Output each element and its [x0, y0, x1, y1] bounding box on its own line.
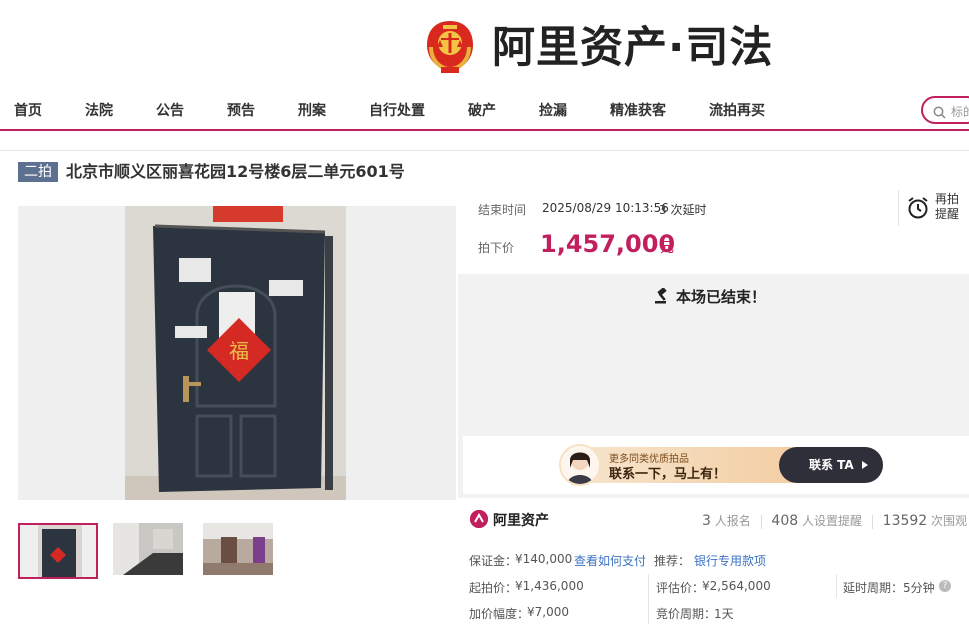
auction-status-panel: 本场已结束！ 更多同类优质拍品 联系一下，马上有！ 联系 TA [458, 274, 969, 498]
delay-period-value: 5分钟 [903, 581, 935, 595]
gavel-icon [654, 287, 670, 308]
increment-label: 加价幅度： [469, 607, 530, 621]
nav-item-bankruptcy[interactable]: 破产 [468, 100, 496, 120]
view-label: 次围观 [931, 514, 968, 528]
contact-agent-banner[interactable]: 更多同类优质拍品 联系一下，马上有！ 联系 TA [559, 444, 883, 486]
view-count: 13592 [882, 513, 928, 529]
auction-details: 阿里资产 3 人报名 408 人设置提醒 13592 次围观 保证金： ¥140… [458, 500, 969, 644]
nav-item-precise-leads[interactable]: 精准获客 [610, 100, 666, 120]
contact-banner-area: 更多同类优质拍品 联系一下，马上有！ 联系 TA [463, 436, 969, 494]
site-header: 阿里资产·司法 [0, 0, 969, 88]
auction-ended-status: 本场已结束！ [654, 286, 766, 308]
bank-payment-link[interactable]: 银行专用款项 [694, 552, 766, 569]
nav-item-bargain[interactable]: 捡漏 [539, 100, 567, 120]
main-photo[interactable]: 福 [18, 206, 456, 500]
org-name[interactable]: 阿里资产 [493, 510, 549, 530]
play-arrow-icon [861, 461, 868, 469]
auction-stats: 3 人报名 408 人设置提醒 13592 次围观 [702, 512, 967, 529]
search-placeholder: 标的 [951, 105, 969, 119]
nav-item-home[interactable]: 首页 [14, 100, 42, 120]
stats-separator [871, 514, 873, 529]
svg-text:福: 福 [229, 339, 249, 363]
nav-item-courts[interactable]: 法院 [85, 100, 113, 120]
column-divider [836, 574, 837, 598]
ali-asset-logo-icon [470, 510, 488, 528]
alarm-clock-icon [907, 196, 929, 224]
nav-item-self-disposal[interactable]: 自行处置 [369, 100, 425, 120]
auction-ended-text: 本场已结束！ [676, 288, 767, 306]
price-label: 拍下价 [478, 241, 515, 255]
signup-count: 3 [702, 513, 711, 529]
end-time-value: 2025/08/29 10:13:56 [542, 201, 669, 215]
increment-value: ¥7,000 [527, 605, 569, 619]
door-photo-image: 福 [125, 206, 346, 500]
search-icon [933, 104, 946, 123]
re-auction-reminder-label: 再拍提醒 [935, 192, 960, 221]
stats-separator [760, 514, 762, 529]
thumbnail-hallway[interactable] [203, 523, 283, 579]
signup-label: 人报名 [714, 514, 751, 528]
nav-item-notices[interactable]: 公告 [156, 100, 184, 120]
nav-item-failed-resale[interactable]: 流拍再买 [709, 100, 765, 120]
lot-title: 北京市顺义区丽喜花园12号楼6层二单元601号 [66, 162, 405, 181]
court-emblem-icon [423, 17, 477, 77]
start-price-value: ¥1,436,000 [515, 579, 584, 593]
contact-agent-button[interactable]: 联系 TA [779, 447, 883, 483]
how-to-pay-link[interactable]: 查看如何支付 [574, 552, 646, 569]
start-price-label: 起拍价： [469, 581, 518, 595]
deposit-label: 保证金： [469, 554, 518, 568]
nav-item-criminal[interactable]: 刑案 [298, 100, 326, 120]
contact-agent-button-label: 联系 TA [809, 458, 854, 472]
nav-item-preview[interactable]: 预告 [227, 100, 255, 120]
help-question-icon[interactable]: ? [939, 580, 951, 592]
thumbnail-stairwell[interactable] [113, 523, 193, 579]
final-price: 1,457,000 [540, 230, 676, 258]
bid-period-label: 竞价周期： [656, 607, 717, 621]
agent-avatar [559, 444, 601, 486]
round-badge: 二拍 [18, 162, 58, 182]
auction-summary: 结束时间 2025/08/29 10:13:56 3 次延时 拍下价 1,457… [458, 190, 969, 274]
banner-big-text: 联系一下，马上有！ [609, 467, 727, 482]
end-time-label: 结束时间 [478, 203, 527, 217]
eval-price-label: 评估价： [656, 581, 705, 595]
recommend-label: 推荐： [654, 554, 691, 568]
column-divider [648, 574, 649, 624]
search-input[interactable]: 标的 [921, 96, 969, 124]
section-divider [0, 150, 969, 151]
delay-period-label: 延时周期： [843, 581, 904, 595]
main-nav: 首页 法院 公告 预告 刑案 自行处置 破产 捡漏 精准获客 流拍再买 标的 [0, 88, 969, 131]
eval-price-value: ¥2,564,000 [702, 579, 771, 593]
re-auction-reminder-button[interactable]: 再拍提醒 [898, 190, 969, 226]
bid-period-value: 1天 [714, 607, 734, 621]
reminder-label: 人设置提醒 [801, 514, 862, 528]
delay-count: 3 次延时 [659, 203, 707, 217]
price-unit: 元 [660, 240, 674, 256]
reminder-count: 408 [771, 513, 799, 529]
deposit-value: ¥140,000 [515, 552, 573, 566]
site-logo-text[interactable]: 阿里资产·司法 [492, 22, 773, 74]
thumbnail-door[interactable] [18, 523, 98, 579]
